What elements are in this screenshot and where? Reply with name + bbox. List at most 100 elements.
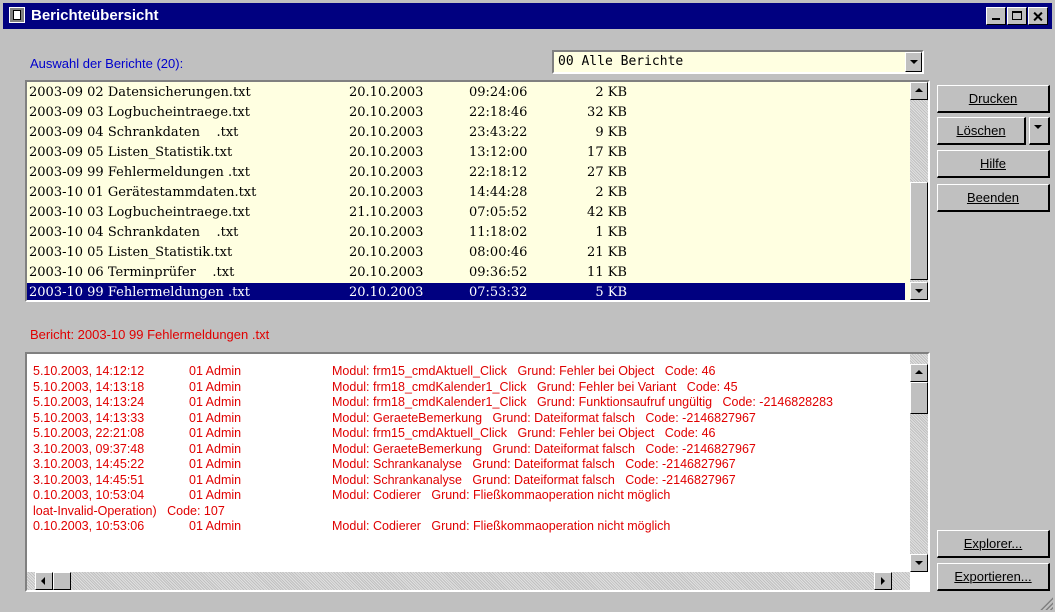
- log-user: 01 Admin: [189, 426, 242, 440]
- report-time: 08:00:46: [469, 245, 528, 260]
- log-timestamp: 5.10.2003, 14:13:33: [33, 410, 145, 425]
- log-message: Modul: frm15_cmdAktuell_Click Grund: Feh…: [332, 364, 716, 378]
- report-time: 13:12:00: [469, 145, 528, 160]
- log-entry: 5.10.2003, 14:13:24 01 Admin Modul: frm18_…: [27, 395, 905, 411]
- log-entry: 0.10.2003, 10:53:06 01 Admin Modul: Codier…: [27, 519, 905, 535]
- log-timestamp: loat-Invalid-Operation) Code: 107: [33, 503, 225, 518]
- report-size: 2 KB: [595, 85, 627, 100]
- scroll-thumb[interactable]: [910, 182, 928, 280]
- report-list-item[interactable]: 2003-10 05 Listen_Statistik.txt 20.10.200…: [27, 243, 905, 263]
- report-time: 11:18:02: [469, 225, 528, 240]
- log-entry: 5.10.2003, 14:12:12 01 Admin Modul: frm15_…: [27, 364, 905, 380]
- report-size: 21 KB: [587, 245, 627, 260]
- title-bar[interactable]: Berichteübersicht: [3, 3, 1052, 29]
- report-name: 2003-10 99 Fehlermeldungen .txt: [29, 285, 250, 300]
- log-timestamp: 5.10.2003, 14:13:24: [33, 395, 145, 409]
- report-list-item[interactable]: 2003-09 99 Fehlermeldungen .txt 20.10.200…: [27, 163, 905, 183]
- export-button[interactable]: Exportieren...: [937, 563, 1050, 591]
- report-content-vscrollbar[interactable]: [910, 354, 928, 572]
- scroll-down-icon[interactable]: [910, 554, 928, 572]
- log-entry: 3.10.2003, 09:37:48 01 Admin Modul: Geraet…: [27, 442, 905, 458]
- minimize-icon[interactable]: [986, 7, 1006, 25]
- report-name: 2003-10 05 Listen_Statistik.txt: [29, 245, 233, 260]
- report-size: 27 KB: [587, 165, 627, 180]
- log-user: 01 Admin: [189, 488, 242, 502]
- app-icon[interactable]: [9, 7, 25, 23]
- scroll-thumb[interactable]: [910, 382, 928, 414]
- report-size: 11 KB: [587, 265, 627, 280]
- log-message: Modul: Codierer Grund: Fließkommaoperati…: [332, 519, 671, 533]
- report-name: 2003-09 03 Logbucheintraege.txt: [29, 105, 250, 120]
- scroll-thumb[interactable]: [53, 572, 71, 590]
- report-name: 2003-10 04 Schrankdaten .txt: [29, 225, 239, 240]
- report-list-item[interactable]: 2003-10 99 Fehlermeldungen .txt 20.10.200…: [27, 283, 905, 300]
- report-content-view[interactable]: 5.10.2003, 14:12:12 01 Admin Modul: frm15_…: [25, 352, 930, 592]
- report-list-item[interactable]: 2003-10 03 Logbucheintraege.txt 21.10.200…: [27, 203, 905, 223]
- chevron-down-icon[interactable]: [905, 52, 922, 72]
- log-message: Modul: frm15_cmdAktuell_Click Grund: Feh…: [332, 426, 716, 440]
- report-filter-select[interactable]: 00 Alle Berichte: [552, 50, 924, 74]
- report-name: 2003-09 02 Datensicherungen.txt: [29, 85, 251, 100]
- report-date: 20.10.2003: [349, 85, 424, 100]
- report-list-item[interactable]: 2003-09 02 Datensicherungen.txt 20.10.200…: [27, 83, 905, 103]
- log-entry: 3.10.2003, 14:45:51 01 Admin Modul: Schran…: [27, 473, 905, 489]
- log-message: Modul: frm18_cmdKalender1_Click Grund: F…: [332, 395, 833, 409]
- close-icon[interactable]: [1028, 7, 1048, 25]
- scroll-up-icon[interactable]: [910, 364, 928, 382]
- report-name: 2003-10 03 Logbucheintraege.txt: [29, 205, 250, 220]
- exit-button[interactable]: Beenden: [937, 184, 1050, 212]
- report-content-hscrollbar[interactable]: [27, 572, 910, 590]
- log-entry: 5.10.2003, 14:13:33 01 Admin Modul: Geraet…: [27, 411, 905, 427]
- log-message: Modul: GeraeteBemerkung Grund: Dateiform…: [332, 441, 756, 456]
- delete-options-button[interactable]: [1029, 117, 1050, 145]
- scroll-right-icon[interactable]: [874, 572, 892, 590]
- report-time: 07:05:52: [469, 205, 528, 220]
- report-name: 2003-09 99 Fehlermeldungen .txt: [29, 165, 250, 180]
- window-title: Berichteübersicht: [31, 7, 159, 24]
- report-list-item[interactable]: 2003-10 01 Gerätestammdaten.txt 20.10.200…: [27, 183, 905, 203]
- report-selection-label: Auswahl der Berichte (20):: [30, 56, 184, 71]
- print-button[interactable]: Drucken: [937, 85, 1050, 113]
- log-message: Modul: frm18_cmdKalender1_Click Grund: F…: [332, 379, 738, 394]
- report-list[interactable]: 2003-09 02 Datensicherungen.txt 20.10.200…: [25, 80, 930, 302]
- log-user: 01 Admin: [189, 472, 242, 487]
- report-size: 17 KB: [587, 145, 627, 160]
- log-message: Modul: Schrankanalyse Grund: Dateiformat…: [332, 472, 736, 487]
- report-size: 32 KB: [587, 105, 627, 120]
- delete-button[interactable]: Löschen: [937, 117, 1026, 145]
- report-time: 22:18:12: [469, 165, 528, 180]
- report-size: 5 KB: [595, 285, 627, 300]
- report-time: 09:36:52: [469, 265, 528, 280]
- log-timestamp: 5.10.2003, 14:13:18: [33, 379, 145, 394]
- scroll-up-icon[interactable]: [910, 82, 928, 100]
- report-date: 21.10.2003: [349, 205, 424, 220]
- report-rows: 2003-09 02 Datensicherungen.txt 20.10.200…: [27, 83, 905, 300]
- report-list-item[interactable]: 2003-09 04 Schrankdaten .txt 20.10.2003 23…: [27, 123, 905, 143]
- window-controls: [985, 7, 1048, 25]
- report-list-item[interactable]: 2003-09 03 Logbucheintraege.txt 20.10.200…: [27, 103, 905, 123]
- log-timestamp: 3.10.2003, 14:45:22: [33, 457, 145, 471]
- log-entry: 5.10.2003, 22:21:08 01 Admin Modul: frm15_…: [27, 426, 905, 442]
- report-list-item[interactable]: 2003-10 04 Schrankdaten .txt 20.10.2003 11…: [27, 223, 905, 243]
- report-size: 2 KB: [595, 185, 627, 200]
- explorer-button[interactable]: Explorer...: [937, 530, 1050, 558]
- report-date: 20.10.2003: [349, 245, 424, 260]
- report-list-item[interactable]: 2003-10 06 Terminprüfer .txt 20.10.2003 09…: [27, 263, 905, 283]
- report-date: 20.10.2003: [349, 185, 424, 200]
- log-timestamp: 3.10.2003, 14:45:51: [33, 472, 145, 487]
- report-filter-value: 00 Alle Berichte: [558, 54, 684, 69]
- help-button[interactable]: Hilfe: [937, 150, 1050, 178]
- log-user: 01 Admin: [189, 395, 242, 409]
- log-message: Modul: GeraeteBemerkung Grund: Dateiform…: [332, 410, 756, 425]
- scroll-down-icon[interactable]: [910, 282, 928, 300]
- report-time: 22:18:46: [469, 105, 528, 120]
- scroll-left-icon[interactable]: [35, 572, 53, 590]
- report-list-scrollbar[interactable]: [910, 82, 928, 300]
- report-list-item[interactable]: 2003-09 05 Listen_Statistik.txt 20.10.200…: [27, 143, 905, 163]
- log-user: 01 Admin: [189, 457, 242, 471]
- report-title-label: Bericht: 2003-10 99 Fehlermeldungen .txt: [30, 327, 270, 342]
- log-message: Modul: Codierer Grund: Fließkommaoperati…: [332, 488, 671, 502]
- maximize-icon[interactable]: [1007, 7, 1027, 25]
- log-timestamp: 0.10.2003, 10:53:04: [33, 488, 145, 502]
- resize-grip-icon[interactable]: [1039, 596, 1053, 610]
